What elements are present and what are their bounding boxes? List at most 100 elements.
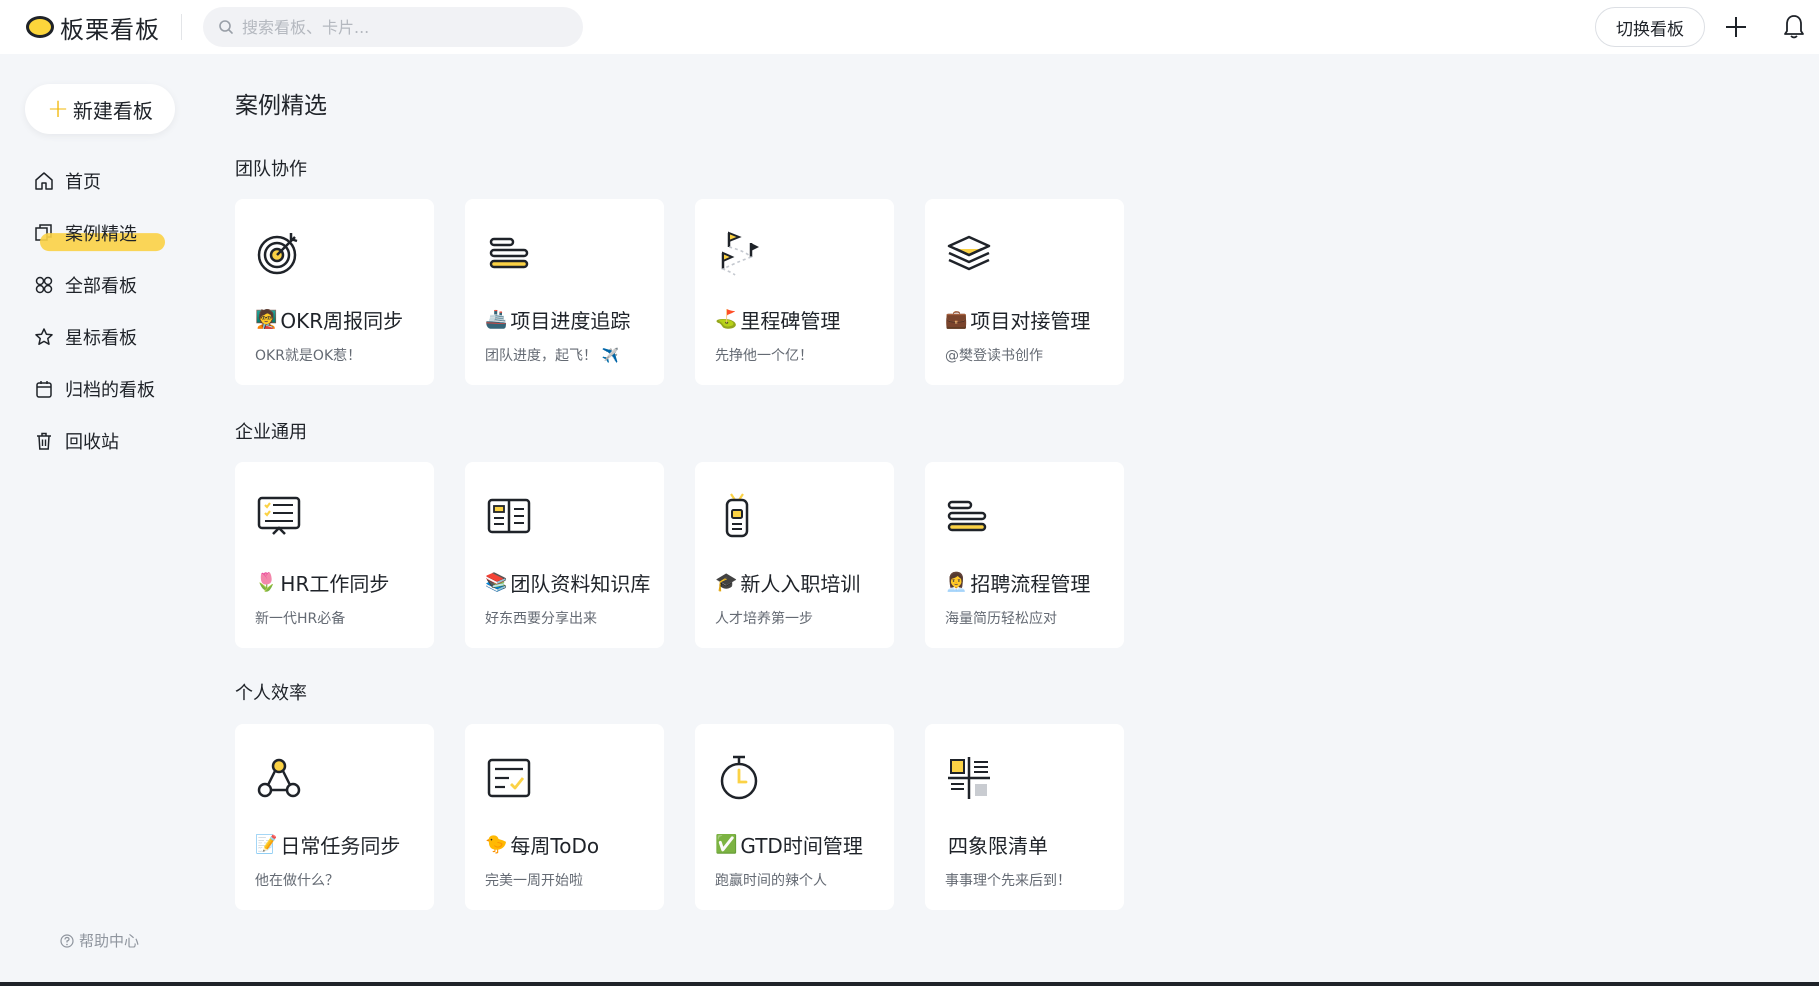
card-title-text: 项目进度追踪 — [510, 309, 631, 333]
sidebar-item-trash[interactable]: 回收站 — [0, 415, 190, 467]
sidebar-item-label: 回收站 — [65, 432, 119, 453]
card-description: @樊登读书创作 — [945, 348, 1043, 364]
card-title-text: 招聘流程管理 — [970, 572, 1091, 596]
card-emoji: 🎓 — [715, 572, 738, 593]
card-title: 四象限清单 — [945, 830, 1048, 859]
section-title: 企业通用 — [235, 422, 307, 443]
card-emoji: 🧑‍🏫 — [255, 309, 278, 330]
presentation-board-icon — [257, 496, 301, 535]
help-center-label: 帮助中心 — [79, 932, 140, 950]
sidebar-item-featured[interactable]: 案例精选 — [0, 207, 190, 259]
help-center-link[interactable]: 帮助中心 — [60, 930, 139, 951]
template-card[interactable]: 💼 项目对接管理 @樊登读书创作 — [925, 199, 1124, 385]
template-card[interactable]: 🎓 新人入职培训 人才培养第一步 — [695, 462, 894, 648]
card-title: 📝 日常任务同步 — [255, 830, 400, 859]
bottom-border — [0, 982, 1819, 986]
card-emoji: 👩‍💼 — [945, 572, 968, 593]
sidebar-item-label: 星标看板 — [65, 328, 137, 349]
card-title-text: 日常任务同步 — [280, 834, 401, 858]
milestone-flags-icon — [721, 231, 759, 276]
card-title: 🧑‍🏫 OKR周报同步 — [255, 305, 403, 334]
card-title: 🎓 新人入职培训 — [715, 568, 860, 597]
sidebar-nav: 首页 案例精选 全部看板 星标看板 归档的看板 回收站 — [0, 155, 190, 467]
new-board-button[interactable]: + 新建看板 — [25, 84, 175, 134]
card-title: 🚢 项目进度追踪 — [485, 305, 630, 334]
star-icon — [34, 327, 54, 347]
card-title-text: 里程碑管理 — [740, 309, 841, 333]
card-description: OKR就是OK惹！ — [255, 348, 362, 364]
page-title: 案例精选 — [235, 93, 327, 119]
template-card[interactable]: 🐤 每周ToDo 完美一周开始啦 — [465, 724, 664, 910]
card-title: 🐤 每周ToDo — [485, 830, 599, 859]
sidebar-item-all-boards[interactable]: 全部看板 — [0, 259, 190, 311]
quadrant-icon — [948, 757, 990, 799]
card-description: 事事理个先来后到！ — [945, 873, 1071, 889]
card-description: 跑赢时间的辣个人 — [715, 873, 827, 889]
card-title-text: 项目对接管理 — [970, 309, 1091, 333]
card-description: 海量简历轻松应对 — [945, 611, 1057, 627]
card-emoji: 🌷 — [255, 572, 278, 593]
checklist-icon — [487, 758, 531, 798]
card-title: 💼 项目对接管理 — [945, 305, 1090, 334]
progress-bars-icon — [947, 500, 987, 532]
app-name: 板栗看板 — [60, 15, 160, 44]
sidebar-item-starred[interactable]: 星标看板 — [0, 311, 190, 363]
plus-icon: + — [47, 94, 69, 124]
sidebar-item-label: 归档的看板 — [65, 380, 155, 401]
card-title-text: OKR周报同步 — [280, 309, 404, 333]
search-input[interactable] — [242, 17, 562, 37]
card-emoji: ⛳ — [715, 309, 738, 330]
card-description: 完美一周开始啦 — [485, 873, 583, 889]
search-box[interactable] — [203, 7, 583, 47]
home-icon — [34, 171, 54, 191]
template-card[interactable]: 📚 团队资料知识库 好东西要分享出来 — [465, 462, 664, 648]
card-title: ⛳ 里程碑管理 — [715, 305, 840, 334]
chestnut-logo-icon — [26, 16, 54, 38]
template-card[interactable]: ⛳ 里程碑管理 先挣他一个亿！ — [695, 199, 894, 385]
section-title: 团队协作 — [235, 159, 307, 180]
card-description: 先挣他一个亿！ — [715, 348, 813, 364]
switch-board-button[interactable]: 切换看板 — [1595, 7, 1705, 47]
card-title-text: GTD时间管理 — [740, 834, 863, 858]
template-card[interactable]: 📝 日常任务同步 他在做什么？ — [235, 724, 434, 910]
card-emoji: ✅ — [715, 834, 738, 855]
card-title: 👩‍💼 招聘流程管理 — [945, 568, 1090, 597]
top-bar: 板栗看板 切换看板 — [0, 0, 1819, 54]
card-emoji: 💼 — [945, 309, 968, 330]
template-card[interactable]: 👩‍💼 招聘流程管理 海量简历轻松应对 — [925, 462, 1124, 648]
help-icon — [60, 933, 74, 948]
card-title-text: 新人入职培训 — [740, 572, 861, 596]
card-title-text: HR工作同步 — [280, 572, 390, 596]
card-description: 新一代HR必备 — [255, 611, 346, 627]
template-card[interactable]: 🚢 项目进度追踪 团队进度，起飞！ ✈️ — [465, 199, 664, 385]
grid-icon — [34, 275, 54, 295]
header-divider — [181, 14, 182, 40]
template-card[interactable]: 🌷 HR工作同步 新一代HR必备 — [235, 462, 434, 648]
card-description: 人才培养第一步 — [715, 611, 813, 627]
add-icon[interactable] — [1722, 13, 1750, 41]
sidebar-item-archived[interactable]: 归档的看板 — [0, 363, 190, 415]
target-icon — [257, 233, 298, 275]
card-description: 他在做什么？ — [255, 873, 339, 889]
card-title-text: 四象限清单 — [948, 834, 1048, 858]
app-logo[interactable]: 板栗看板 — [26, 13, 160, 44]
template-card[interactable]: 🧑‍🏫 OKR周报同步 OKR就是OK惹！ — [235, 199, 434, 385]
search-icon — [219, 20, 233, 34]
layers-icon — [947, 235, 991, 271]
badge-icon — [725, 493, 749, 538]
archive-icon — [34, 379, 54, 399]
template-card[interactable]: 四象限清单 事事理个先来后到！ — [925, 724, 1124, 910]
card-title-text: 团队资料知识库 — [510, 572, 651, 596]
notification-bell-icon[interactable] — [1780, 13, 1808, 41]
sidebar-item-home[interactable]: 首页 — [0, 155, 190, 207]
progress-bars-icon — [489, 237, 529, 269]
section-title: 个人效率 — [235, 683, 307, 704]
open-book-icon — [487, 498, 531, 534]
sidebar-item-label: 全部看板 — [65, 276, 137, 297]
card-title: 🌷 HR工作同步 — [255, 568, 389, 597]
network-icon — [257, 758, 301, 798]
stopwatch-icon — [720, 755, 758, 800]
card-emoji: 🐤 — [485, 834, 508, 855]
template-card[interactable]: ✅ GTD时间管理 跑赢时间的辣个人 — [695, 724, 894, 910]
card-emoji: 🚢 — [485, 309, 508, 330]
